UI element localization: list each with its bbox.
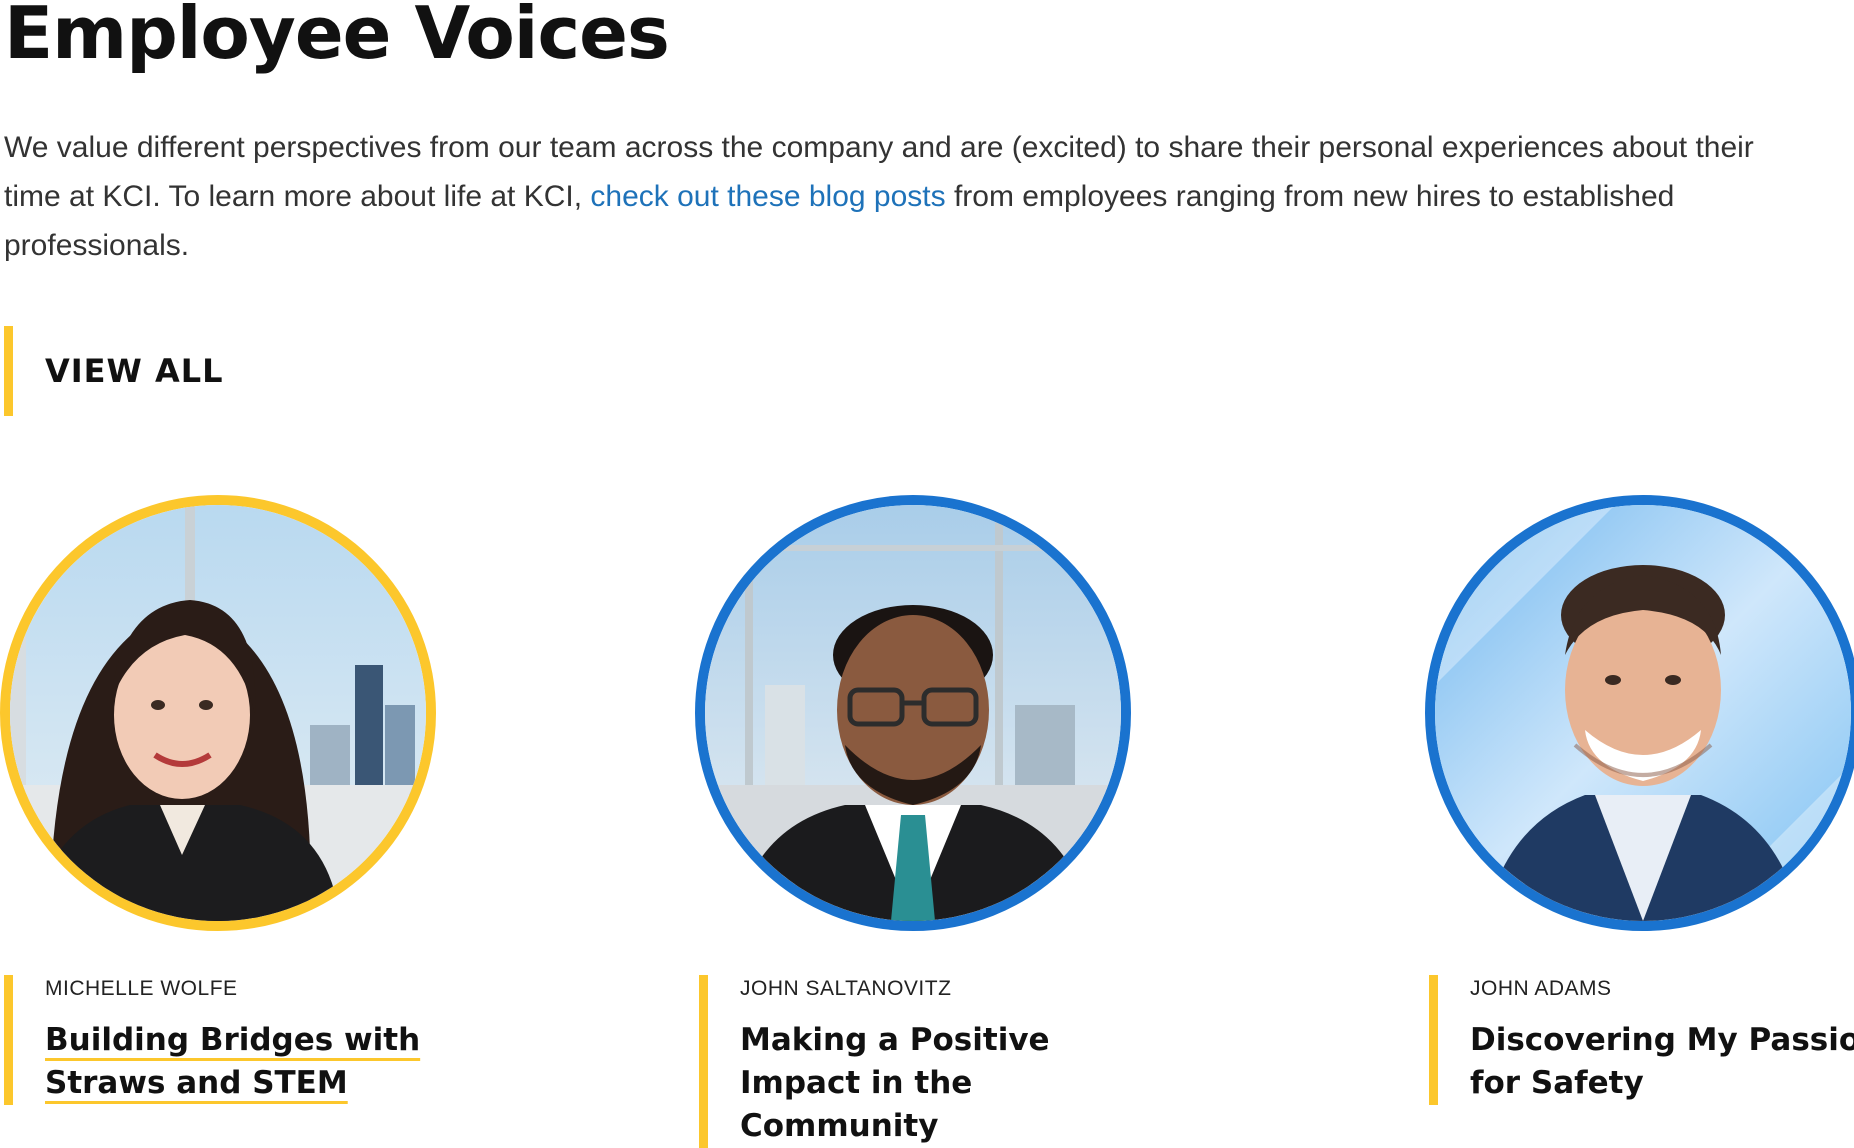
post-meta: MICHELLE WOLFE Building Bridges with Str… bbox=[4, 975, 464, 1105]
view-all-label: VIEW ALL bbox=[45, 352, 224, 390]
page-title: Employee Voices bbox=[4, 0, 670, 75]
view-all-link[interactable]: VIEW ALL bbox=[4, 326, 224, 416]
avatar[interactable] bbox=[695, 495, 1131, 931]
post-meta: JOHN ADAMS Discovering My Passion for Sa… bbox=[1429, 975, 1854, 1105]
post-author: MICHELLE WOLFE bbox=[45, 977, 238, 1000]
post-author: JOHN SALTANOVITZ bbox=[740, 977, 952, 1000]
post-title-text: Making a Positive Impact in the Communit… bbox=[740, 1022, 1050, 1144]
post-title-text: Discovering My Passion for Safety bbox=[1470, 1022, 1854, 1101]
post-title-text: Building Bridges with Straws and STEM bbox=[45, 1022, 421, 1101]
intro-paragraph: We value different perspectives from our… bbox=[4, 123, 1794, 270]
avatar[interactable] bbox=[1425, 495, 1854, 931]
portrait-photo bbox=[1435, 505, 1851, 921]
portrait-photo bbox=[10, 505, 426, 921]
portrait-photo bbox=[705, 505, 1121, 921]
post-meta: JOHN SALTANOVITZ Making a Positive Impac… bbox=[699, 975, 1159, 1148]
avatar[interactable] bbox=[0, 495, 436, 931]
post-title-link[interactable]: Making a Positive Impact in the Communit… bbox=[740, 1019, 1159, 1148]
post-title-link[interactable]: Discovering My Passion for Safety bbox=[1470, 1019, 1854, 1105]
post-title-link[interactable]: Building Bridges with Straws and STEM bbox=[45, 1019, 464, 1105]
blog-posts-link[interactable]: check out these blog posts bbox=[590, 180, 945, 213]
post-author: JOHN ADAMS bbox=[1470, 977, 1612, 1000]
